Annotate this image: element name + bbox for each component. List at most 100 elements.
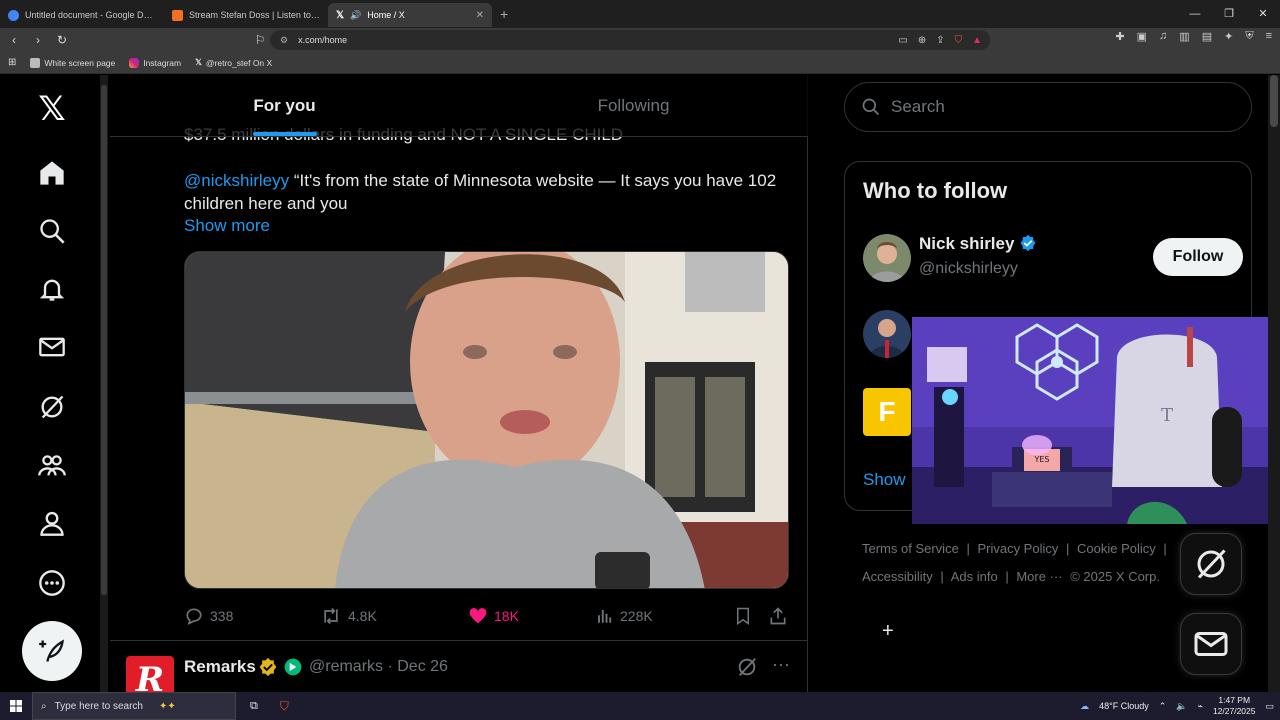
minimize-icon[interactable]: — xyxy=(1178,0,1212,28)
bookmarks-bar: ⊞ White screen page Instagram 𝕏 @retro_st… xyxy=(0,52,1280,74)
windows-logo-icon xyxy=(10,700,22,712)
weather-text[interactable]: 48°F Cloudy xyxy=(1099,701,1149,711)
brave-browser-taskbar-icon[interactable]: ⛉ xyxy=(280,699,289,714)
reload-icon[interactable]: ↻ xyxy=(52,33,72,47)
grok-floating-button[interactable] xyxy=(1180,533,1242,595)
extensions-icon[interactable]: ✚ xyxy=(1115,30,1124,43)
clock[interactable]: 1:47 PM 12/27/2025 xyxy=(1213,695,1256,717)
cast-icon[interactable]: ▭ xyxy=(898,35,907,46)
follow-suggestion[interactable]: Nick shirley @nickshirleyy Follow xyxy=(863,234,1243,294)
repost-button[interactable]: 4.8K xyxy=(320,606,468,626)
more-link[interactable]: More ··· xyxy=(1016,569,1062,584)
browser-tab-stream[interactable]: Stream Stefan Doss | Listen to Decen xyxy=(164,3,328,27)
suggestion-avatar[interactable] xyxy=(863,310,911,358)
close-tab-icon[interactable]: ✕ xyxy=(476,10,484,21)
media-icon[interactable]: ♫ xyxy=(1159,30,1167,43)
grok-icon[interactable] xyxy=(30,385,74,429)
forward-icon[interactable]: › xyxy=(28,33,48,47)
messages-floating-button[interactable] xyxy=(1180,613,1242,675)
bookmark-retro-stef[interactable]: 𝕏 @retro_stef On X xyxy=(195,57,272,68)
video-frame-image xyxy=(185,252,788,588)
tab-for-you[interactable]: For you xyxy=(110,75,459,136)
tweet-mention[interactable]: @nickshirleyy xyxy=(184,171,289,190)
messages-mail-icon[interactable] xyxy=(30,325,74,369)
taskbar-search[interactable]: ⌕ Type here to search ✦✦ xyxy=(32,692,236,720)
weather-icon[interactable]: ☁ xyxy=(1080,701,1089,712)
menu-icon[interactable]: ≡ xyxy=(1266,30,1272,43)
bookmark-white-screen[interactable]: White screen page xyxy=(30,57,115,68)
browser-tab-docs[interactable]: Untitled document - Google Docs xyxy=(0,3,164,27)
bookmark-icon[interactable]: ⚐ xyxy=(250,33,270,47)
brave-rewards-icon[interactable]: ▲ xyxy=(972,35,982,46)
notifications-icon[interactable]: ▭ xyxy=(1265,701,1274,712)
views-button[interactable]: 228K xyxy=(596,606,734,626)
tweet-video[interactable] xyxy=(184,251,789,589)
share-tweet-button[interactable] xyxy=(768,606,788,626)
bookmark-instagram[interactable]: Instagram xyxy=(129,57,181,68)
follow-button[interactable]: Follow xyxy=(1153,238,1243,276)
sidebar-icon[interactable]: ▥ xyxy=(1179,30,1189,43)
sidebar-footer: Terms of Service | Privacy Policy | Cook… xyxy=(862,535,1192,591)
x-home-page: 𝕏 $37.5 million dollars in fundi xyxy=(0,75,1280,692)
ads-info-link[interactable]: Ads info xyxy=(951,569,998,584)
left-scrollbar[interactable] xyxy=(100,75,108,692)
volume-icon[interactable]: 🔈 xyxy=(1176,701,1187,712)
wallet-icon[interactable]: ▤ xyxy=(1202,30,1212,43)
communities-icon[interactable] xyxy=(30,443,74,487)
views-chart-icon xyxy=(598,610,612,623)
reply-icon xyxy=(186,608,202,626)
footer-separator: | xyxy=(1163,541,1167,556)
browser-tab-x[interactable]: 𝕏 🔊 Home / X ✕ xyxy=(328,3,492,27)
grok-explain-icon[interactable] xyxy=(736,656,758,683)
share-icon[interactable]: ⇪ xyxy=(936,35,944,46)
reply-count: 338 xyxy=(210,608,234,624)
new-tab-button[interactable]: + xyxy=(500,6,508,22)
profile-icon[interactable] xyxy=(30,501,74,545)
task-view-icon[interactable]: ⧉ xyxy=(250,700,258,713)
close-window-icon[interactable]: ✕ xyxy=(1246,0,1280,28)
remarks-avatar[interactable]: R xyxy=(126,656,174,692)
show-more-suggestions-link[interactable]: Show xyxy=(863,470,906,490)
more-options-icon[interactable] xyxy=(30,561,74,605)
brave-shield-icon[interactable]: ⛉ xyxy=(955,35,963,46)
tab-title: Untitled document - Google Docs xyxy=(25,10,156,20)
next-post-header: R Remarks @remarks · Dec 26 ··· xyxy=(126,654,796,692)
tray-overflow-icon[interactable]: ⌃ xyxy=(1159,701,1167,712)
svg-text:T: T xyxy=(1161,405,1173,426)
compose-post-button[interactable] xyxy=(22,621,82,681)
bookmark-tweet-button[interactable] xyxy=(734,606,768,626)
next-post-author-name[interactable]: Remarks xyxy=(184,657,256,677)
leo-ai-icon[interactable]: ✦ xyxy=(1224,30,1233,43)
x-logo-icon[interactable]: 𝕏 xyxy=(30,87,74,131)
right-scrollbar[interactable] xyxy=(1268,75,1280,692)
back-icon[interactable]: ‹ xyxy=(4,33,24,47)
terms-link[interactable]: Terms of Service xyxy=(862,541,959,556)
like-button[interactable]: 18K xyxy=(468,606,596,626)
restore-icon[interactable]: ❐ xyxy=(1212,0,1246,28)
tab-following[interactable]: Following xyxy=(459,75,808,136)
cookie-link[interactable]: Cookie Policy xyxy=(1077,541,1156,556)
more-dots-icon[interactable]: ··· xyxy=(772,654,790,675)
home-icon[interactable] xyxy=(30,151,74,195)
url-field[interactable]: ⚙ x.com/home ▭ ⊕ ⇪ ⛉ ▲ xyxy=(270,30,990,50)
network-icon[interactable]: ⌁ xyxy=(1198,701,1203,712)
privacy-link[interactable]: Privacy Policy xyxy=(977,541,1058,556)
nick-shirley-avatar[interactable] xyxy=(863,234,911,282)
apps-grid-icon[interactable]: ⊞ xyxy=(8,57,16,68)
page-icon xyxy=(30,57,41,68)
browser-toolbar-right: ✚ ▣ ♫ ▥ ▤ ✦ ⛨ ≡ xyxy=(1115,30,1272,43)
accessibility-link[interactable]: Accessibility xyxy=(862,569,933,584)
show-more-link[interactable]: Show more xyxy=(184,216,270,236)
screenshot-icon[interactable]: ▣ xyxy=(1137,30,1147,43)
suggestion-logo-icon[interactable]: F xyxy=(863,388,911,436)
notifications-bell-icon[interactable] xyxy=(30,267,74,311)
explore-search-icon[interactable] xyxy=(30,209,74,253)
zoom-icon[interactable]: ⊕ xyxy=(918,35,926,46)
reply-button[interactable]: 338 xyxy=(184,606,320,626)
suggestion-name[interactable]: Nick shirley xyxy=(919,234,1037,254)
site-info-icon[interactable]: ⚙ xyxy=(280,35,288,46)
vpn-icon[interactable]: ⛨ xyxy=(1245,30,1253,43)
windows-start-button[interactable] xyxy=(0,692,32,720)
footer-separator: | xyxy=(966,541,970,556)
search-box[interactable]: Search xyxy=(844,82,1252,132)
